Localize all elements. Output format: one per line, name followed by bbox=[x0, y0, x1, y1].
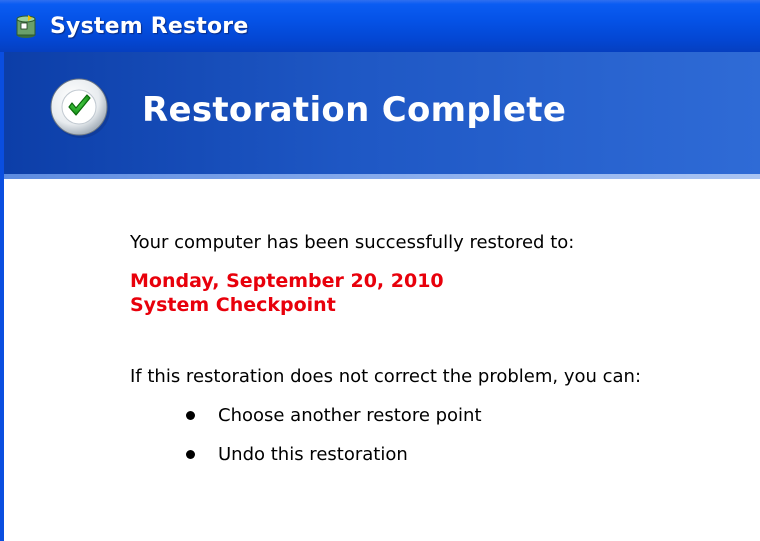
list-item[interactable]: Choose another restore point bbox=[186, 404, 730, 426]
bullet-icon bbox=[186, 449, 195, 459]
bullet-icon bbox=[186, 410, 195, 420]
options-list: Choose another restore point Undo this r… bbox=[130, 404, 730, 465]
title-bar[interactable]: System Restore bbox=[0, 0, 760, 52]
page-title: Restoration Complete bbox=[142, 90, 567, 130]
restore-intro-text: Your computer has been successfully rest… bbox=[130, 232, 575, 253]
system-restore-icon bbox=[12, 12, 40, 40]
header-banner: Restoration Complete bbox=[4, 52, 760, 174]
restore-point-description: System Checkpoint bbox=[130, 294, 336, 316]
list-item[interactable]: Undo this restoration bbox=[186, 443, 730, 465]
options-intro-text: If this restoration does not correct the… bbox=[130, 366, 642, 387]
content-panel: Your computer has been successfully rest… bbox=[130, 232, 730, 482]
header-divider bbox=[4, 174, 760, 179]
restore-point-date: Monday, September 20, 2010 bbox=[130, 270, 444, 292]
checkmark-icon bbox=[50, 78, 112, 140]
option-choose-another-restore-point[interactable]: Choose another restore point bbox=[218, 405, 482, 426]
option-undo-restoration[interactable]: Undo this restoration bbox=[218, 444, 408, 465]
system-restore-window: System Restore Restoration Complete Your… bbox=[0, 0, 760, 541]
window-title: System Restore bbox=[50, 13, 249, 39]
